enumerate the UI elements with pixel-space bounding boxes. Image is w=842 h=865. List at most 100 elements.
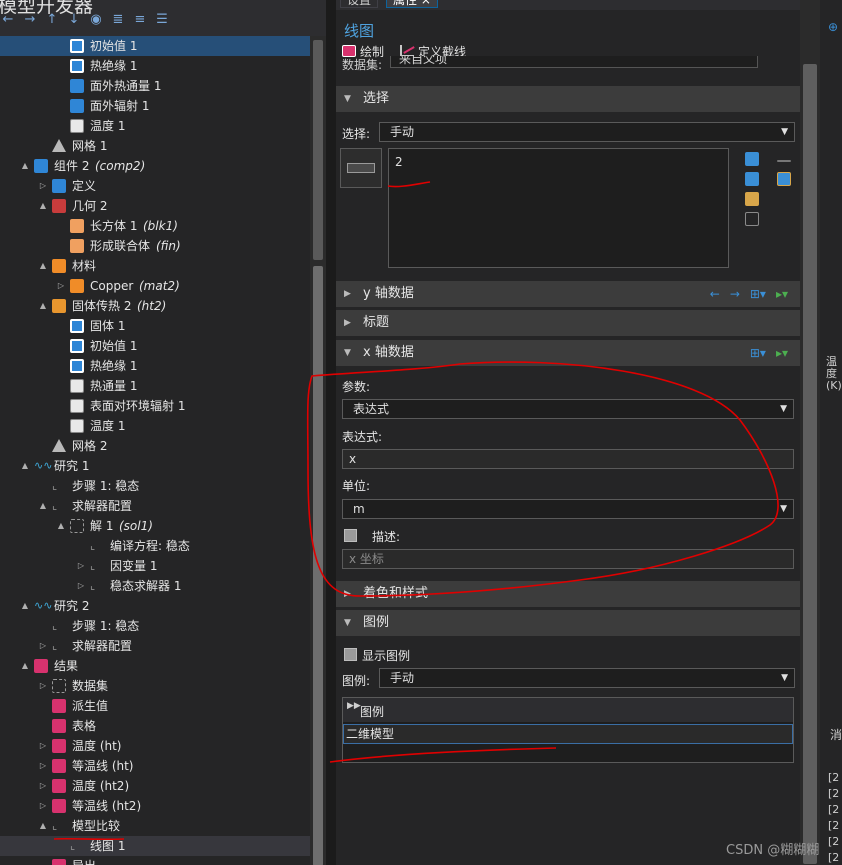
expand-arrow-icon[interactable]: ▲ — [38, 196, 48, 216]
tree-node[interactable]: 面外辐射 1 — [0, 96, 310, 116]
section-legend[interactable]: ▼ 图例 — [336, 610, 800, 636]
selection-list[interactable]: 2 — [388, 148, 729, 268]
legend-table-row[interactable]: 二维模型 — [343, 724, 793, 744]
description-input[interactable]: x 坐标 — [342, 549, 794, 569]
settings-scroll-thumb[interactable] — [803, 64, 817, 864]
collapse-arrow-icon[interactable]: ▷ — [38, 796, 48, 816]
tree-node[interactable]: ▲ ⌞ 求解器配置 — [0, 496, 310, 516]
tree-node[interactable]: 网格 2 — [0, 436, 310, 456]
tree-node[interactable]: ▷ 温度 (ht) — [0, 736, 310, 756]
tree-node[interactable]: ▷ ⌞ 求解器配置 — [0, 636, 310, 656]
expand-arrow-icon[interactable]: ▲ — [38, 816, 48, 836]
tree-node[interactable]: ⌞ 步骤 1: 稳态 — [0, 616, 310, 636]
tree-node[interactable]: ▷ 温度 (ht2) — [0, 776, 310, 796]
expand-arrow-icon[interactable]: ▲ — [38, 256, 48, 276]
collapse-arrow-icon[interactable]: ▷ — [56, 276, 66, 296]
list-icon[interactable]: ☰ — [154, 12, 170, 32]
collapse-arrow-icon[interactable]: ▷ — [38, 736, 48, 756]
tree-node[interactable]: 固体 1 — [0, 316, 310, 336]
settings-scrollbar[interactable] — [800, 0, 820, 865]
section-title[interactable]: ▶ 标题 — [336, 310, 800, 336]
unit-select[interactable]: m ▼ — [342, 499, 794, 519]
tree-node[interactable]: ▲ 固体传热 2 (ht2) — [0, 296, 310, 316]
collapse-arrow-icon[interactable]: ▷ — [38, 176, 48, 196]
tree-node[interactable]: 形成联合体 (fin) — [0, 236, 310, 256]
tree-node[interactable]: ▷ 数据集 — [0, 676, 310, 696]
expand-arrow-icon[interactable]: ▲ — [38, 296, 48, 316]
tree-node[interactable]: ▲ 几何 2 — [0, 196, 310, 216]
paste-selection-icon[interactable] — [745, 192, 759, 206]
clear-selection-icon[interactable] — [777, 160, 791, 162]
close-icon[interactable]: × — [421, 0, 431, 7]
insert-expression-icon[interactable]: ▸▾ — [776, 281, 788, 307]
back-arrow-icon[interactable]: ← — [0, 12, 16, 32]
tree-node[interactable]: ▷ ⌞ 因变量 1 — [0, 556, 310, 576]
collapse-arrow-icon[interactable]: ▷ — [38, 756, 48, 776]
tree-node[interactable]: ▲ 结果 — [0, 656, 310, 676]
tree-node[interactable]: 温度 1 — [0, 116, 310, 136]
replace-expression-icon[interactable]: ⊞▾ — [750, 281, 766, 307]
tree-node[interactable]: 热通量 1 — [0, 376, 310, 396]
tree-node[interactable]: 表格 — [0, 716, 310, 736]
tree-node[interactable]: 热绝缘 1 — [0, 356, 310, 376]
tree-node[interactable]: 初始值 1 — [0, 36, 310, 56]
dataset-select[interactable]: 来自父项 — [390, 56, 758, 68]
show-legend-checkbox[interactable] — [344, 648, 357, 661]
zoom-to-selection-icon[interactable] — [745, 212, 759, 226]
tab-properties[interactable]: 属性 × — [386, 0, 438, 8]
tree-node[interactable]: ▷ 等温线 (ht) — [0, 756, 310, 776]
legend-mode-select[interactable]: 手动 ▼ — [379, 668, 795, 688]
expand-arrow-icon[interactable]: ▲ — [20, 156, 30, 176]
model-tree-scroll-track[interactable] — [313, 266, 323, 865]
pane-splitter[interactable] — [326, 0, 336, 865]
selection-activate-button[interactable] — [340, 148, 382, 188]
move-down-icon[interactable]: ↓ — [66, 12, 82, 32]
tree-node[interactable]: ▲ ∿∿ 研究 1 — [0, 456, 310, 476]
copy-selection-icon[interactable] — [745, 172, 759, 186]
tree-node[interactable]: ▲ ⌞ 模型比较 — [0, 816, 310, 836]
collapse-arrow-icon[interactable]: ▷ — [76, 556, 86, 576]
tree-node[interactable]: ▲ 解 1 (sol1) — [0, 516, 310, 536]
section-y-axis[interactable]: ▶ y 轴数据 ← → ⊞▾ ▸▾ — [336, 281, 800, 307]
section-x-axis[interactable]: ▼ x 轴数据 ⊞▾ ▸▾ — [336, 340, 800, 366]
expression-input[interactable]: x — [342, 449, 794, 469]
move-up-icon[interactable]: ↑ — [44, 12, 60, 32]
replace-expression-icon[interactable]: ⊞▾ — [750, 340, 766, 366]
tree-node[interactable]: 表面对环境辐射 1 — [0, 396, 310, 416]
tree-node[interactable]: 温度 1 — [0, 416, 310, 436]
tree-node[interactable]: ▷ 等温线 (ht2) — [0, 796, 310, 816]
collapse-arrow-icon[interactable]: ▷ — [76, 576, 86, 596]
show-icon[interactable]: ◉ — [88, 12, 104, 32]
description-checkbox[interactable] — [344, 529, 357, 542]
expand-arrow-icon[interactable]: ▲ — [56, 516, 66, 536]
expand-arrow-icon[interactable]: ▲ — [20, 456, 30, 476]
tree-node[interactable]: ⌞ 编译方程: 稳态 — [0, 536, 310, 556]
move-left-icon[interactable]: ← — [710, 281, 720, 307]
zoom-icon[interactable]: ⊕ — [828, 20, 838, 34]
expand-all-icon[interactable]: ≡ — [132, 12, 148, 32]
tree-node[interactable]: ⌞ 线图 1 — [0, 836, 310, 856]
expand-arrow-icon[interactable]: ▲ — [20, 656, 30, 676]
model-tree-scroll-thumb[interactable] — [313, 40, 323, 260]
selection-list-item[interactable]: 2 — [395, 155, 403, 169]
add-to-selection-icon[interactable] — [745, 152, 759, 166]
tree-node[interactable]: ▲ ∿∿ 研究 2 — [0, 596, 310, 616]
tree-node[interactable]: ⌞ 步骤 1: 稳态 — [0, 476, 310, 496]
tree-node[interactable]: 长方体 1 (blk1) — [0, 216, 310, 236]
tree-node[interactable]: 热绝缘 1 — [0, 56, 310, 76]
tree-node[interactable]: 网格 1 — [0, 136, 310, 156]
tab-settings[interactable]: 设置 — [340, 0, 379, 8]
collapse-arrow-icon[interactable]: ▷ — [38, 676, 48, 696]
tree-node[interactable]: 初始值 1 — [0, 336, 310, 356]
selection-mode-select[interactable]: 手动 ▼ — [379, 122, 795, 142]
tree-node[interactable]: ▷ ⌞ 稳态求解器 1 — [0, 576, 310, 596]
tree-node[interactable]: ▷ 定义 — [0, 176, 310, 196]
tree-node[interactable]: ▷ Copper (mat2) — [0, 276, 310, 296]
collapse-all-icon[interactable]: ≣ — [110, 12, 126, 32]
legend-table-header[interactable]: ▶▶ 图例 — [343, 698, 793, 722]
collapse-arrow-icon[interactable]: ▷ — [38, 636, 48, 656]
section-selection[interactable]: ▼ 选择 — [336, 86, 800, 112]
parameter-select[interactable]: 表达式 ▼ — [342, 399, 794, 419]
tree-node[interactable]: 派生值 — [0, 696, 310, 716]
tree-node[interactable]: 面外热通量 1 — [0, 76, 310, 96]
